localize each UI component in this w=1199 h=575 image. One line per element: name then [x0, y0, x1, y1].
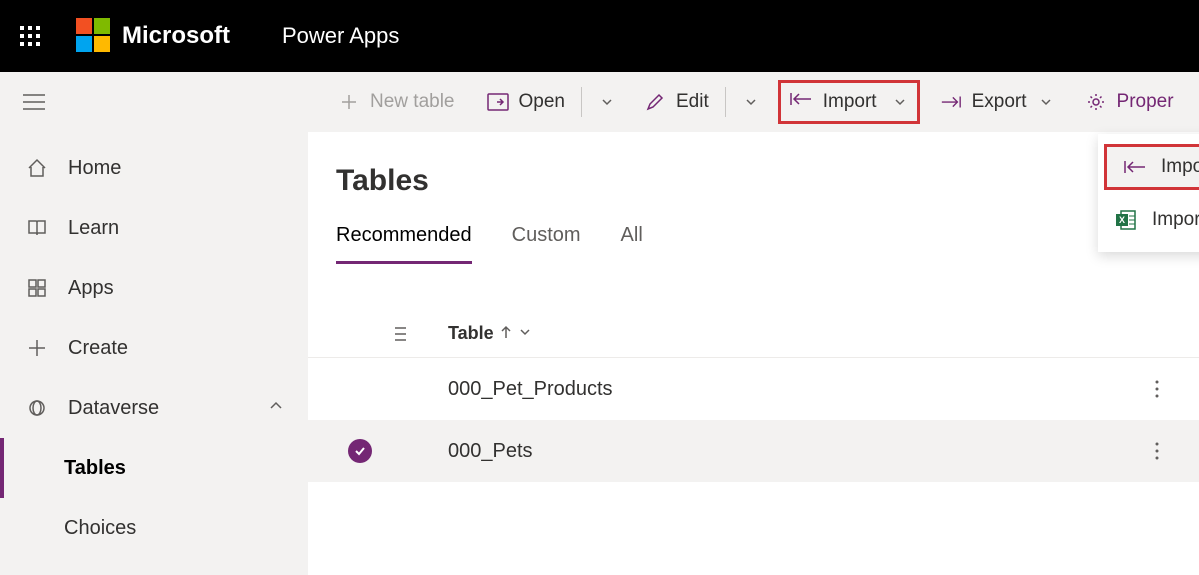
- app-header: Microsoft Power Apps: [0, 0, 1199, 72]
- learn-icon: [24, 215, 50, 241]
- open-icon: [487, 91, 509, 113]
- new-table-button[interactable]: New table: [328, 82, 465, 122]
- menuitem-label: Import data: [1161, 156, 1199, 178]
- tab-label: Recommended: [336, 224, 472, 246]
- brand-text: Microsoft: [122, 22, 230, 50]
- import-icon: [789, 91, 813, 113]
- chevron-down-icon: [891, 93, 909, 111]
- button-label: Export: [972, 91, 1027, 113]
- button-label: Proper: [1117, 91, 1174, 113]
- excel-icon: X: [1114, 208, 1138, 232]
- chevron-down-icon: [518, 323, 532, 344]
- edit-button[interactable]: Edit: [634, 82, 719, 122]
- sidebar-item-label: Home: [68, 157, 121, 180]
- cell-table-name: 000_Pet_Products: [448, 378, 613, 401]
- separator: [725, 87, 726, 117]
- cell-table-name: 000_Pets: [448, 440, 533, 463]
- row-selected-icon[interactable]: [348, 439, 372, 463]
- tab-custom[interactable]: Custom: [512, 224, 581, 264]
- table-row[interactable]: 000_Pet_Products: [308, 358, 1199, 420]
- import-excel-menuitem[interactable]: X Import data from Excel: [1098, 194, 1199, 246]
- chevron-up-icon: [268, 397, 284, 420]
- sidebar-item-label: Create: [68, 337, 128, 360]
- chevron-down-icon: [598, 93, 616, 111]
- tab-recommended[interactable]: Recommended: [336, 224, 472, 264]
- app-launcher-icon[interactable]: [12, 18, 48, 54]
- button-label: Edit: [676, 91, 709, 113]
- sidebar-item-create[interactable]: Create: [0, 318, 308, 378]
- sidebar-item-apps[interactable]: Apps: [0, 258, 308, 318]
- tab-label: All: [621, 224, 643, 246]
- menuitem-label: Import data from Excel: [1152, 209, 1199, 231]
- microsoft-logo-icon: [76, 18, 112, 54]
- sidebar-item-home[interactable]: Home: [0, 138, 308, 198]
- page-title: Tables: [336, 164, 1199, 198]
- column-label: Table: [448, 323, 494, 344]
- more-icon[interactable]: [1145, 439, 1169, 463]
- tab-label: Custom: [512, 224, 581, 246]
- apps-icon: [24, 275, 50, 301]
- sidebar-item-label: Learn: [68, 217, 119, 240]
- button-label: Import: [823, 91, 877, 113]
- tab-list: Recommended Custom All: [336, 224, 1199, 264]
- sidebar-item-learn[interactable]: Learn: [0, 198, 308, 258]
- main-area: New table Open Edit Import: [308, 72, 1199, 575]
- export-button[interactable]: Export: [930, 82, 1065, 122]
- sidebar-subitem-label: Choices: [64, 517, 136, 540]
- sidebar-subitem-tables[interactable]: Tables: [0, 438, 308, 498]
- brand: Microsoft: [76, 18, 230, 54]
- button-label: Open: [519, 91, 565, 113]
- home-icon: [24, 155, 50, 181]
- tab-all[interactable]: All: [621, 224, 643, 264]
- import-dropdown: Import data X Import data from Excel: [1098, 134, 1199, 252]
- plus-icon: [24, 335, 50, 361]
- chevron-down-icon: [1037, 93, 1055, 111]
- content-card: Tables Recommended Custom All Table 000_…: [308, 132, 1199, 575]
- import-data-menuitem[interactable]: Import data: [1104, 144, 1199, 190]
- sort-asc-icon: [500, 323, 512, 344]
- plus-icon: [338, 91, 360, 113]
- sidebar-subitem-choices[interactable]: Choices: [0, 498, 308, 558]
- open-button[interactable]: Open: [477, 82, 575, 122]
- column-header-row: Table: [308, 310, 1199, 358]
- button-label: New table: [370, 91, 455, 113]
- command-bar: New table Open Edit Import: [308, 72, 1199, 132]
- import-button-highlighted[interactable]: Import: [778, 80, 920, 124]
- sidebar-subitem-label: Tables: [64, 457, 126, 480]
- sidebar-item-label: Dataverse: [68, 397, 159, 420]
- svg-text:X: X: [1119, 215, 1125, 225]
- more-icon[interactable]: [1145, 377, 1169, 401]
- sidebar-item-label: Apps: [68, 277, 114, 300]
- separator: [581, 87, 582, 117]
- app-name: Power Apps: [282, 23, 399, 49]
- table: Table 000_Pet_Products 000_Pets: [308, 310, 1199, 482]
- edit-chevron[interactable]: [732, 82, 770, 122]
- sidebar-item-dataverse[interactable]: Dataverse: [0, 378, 308, 438]
- edit-icon: [644, 91, 666, 113]
- chevron-down-icon: [742, 93, 760, 111]
- gear-icon: [1085, 91, 1107, 113]
- table-row[interactable]: 000_Pets: [308, 420, 1199, 482]
- sidebar: Home Learn Apps Create Dataverse Tables …: [0, 72, 308, 575]
- export-icon: [940, 91, 962, 113]
- properties-button[interactable]: Proper: [1075, 82, 1184, 122]
- list-icon[interactable]: [388, 323, 410, 345]
- column-header-table[interactable]: Table: [448, 323, 532, 344]
- import-icon: [1123, 155, 1147, 179]
- hamburger-icon[interactable]: [6, 80, 62, 124]
- dataverse-icon: [24, 395, 50, 421]
- open-chevron[interactable]: [588, 82, 626, 122]
